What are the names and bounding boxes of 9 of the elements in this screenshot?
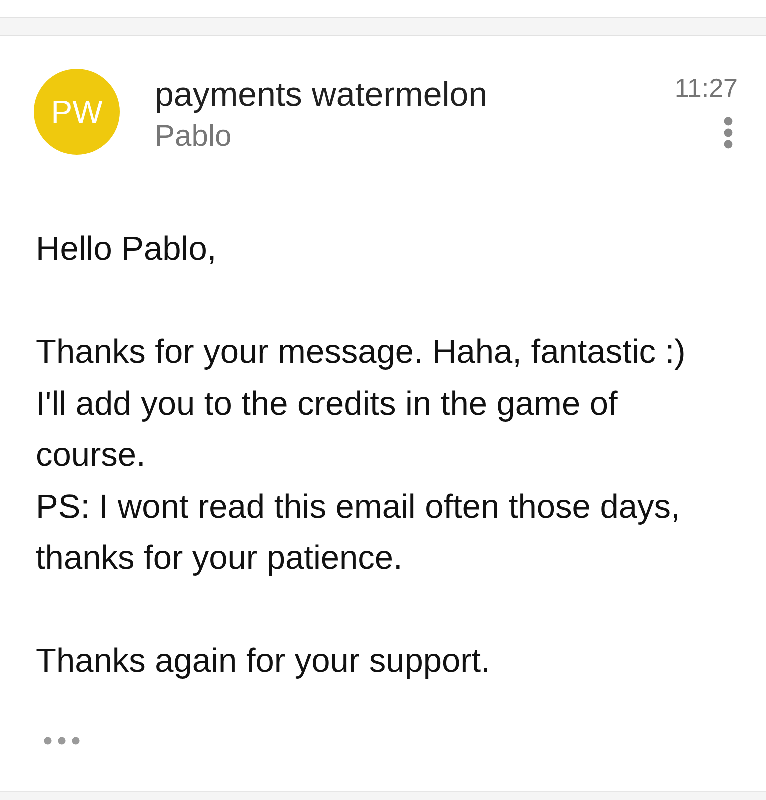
recipient-name: Pablo (155, 119, 232, 155)
sender-name: payments watermelon (155, 75, 488, 115)
message-time: 11:27 (674, 74, 738, 102)
more-options-icon[interactable] (724, 117, 733, 149)
message-paragraph: Hello Pablo, (36, 230, 217, 270)
message-paragraph: Thanks for your message. Haha, fantastic :) I'll add you to the credits in the game of course. PS: I wont read this email often those days, thanks for your patience. (36, 333, 686, 579)
ellipsis-icon[interactable] (44, 736, 80, 744)
avatar-circle: PW (34, 69, 120, 155)
message-paragraph: Thanks again for your support. (36, 642, 490, 682)
